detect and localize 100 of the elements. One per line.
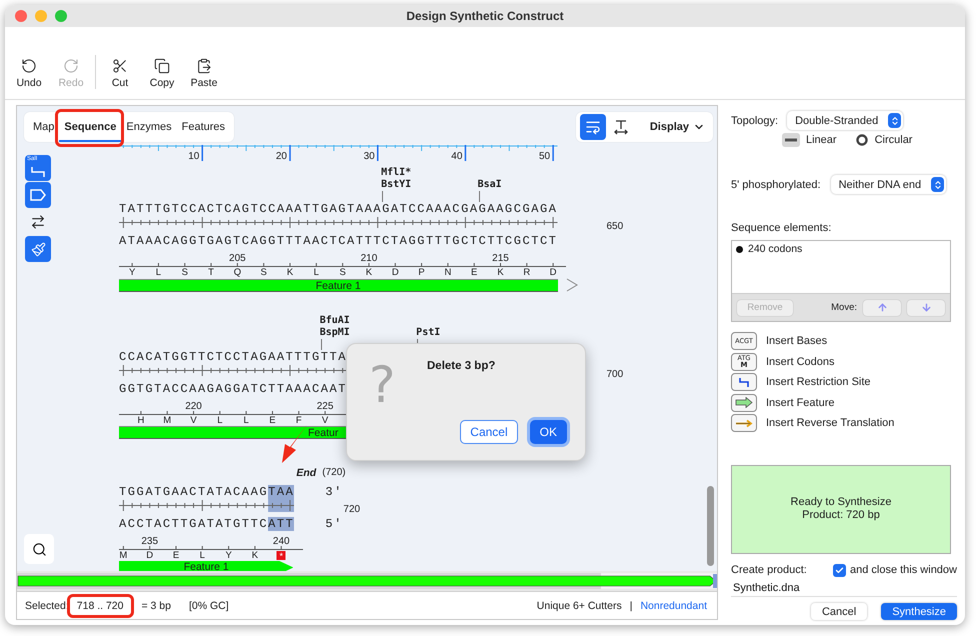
move-down-button[interactable] xyxy=(907,300,945,316)
view-tab[interactable]: Enzymes xyxy=(121,112,177,142)
scissors-icon xyxy=(112,58,128,74)
amino-acid: D xyxy=(550,267,557,278)
status-label: Selected: xyxy=(25,600,69,612)
gc-content: [0% GC] xyxy=(189,600,229,612)
status-message: Product: 720 bp xyxy=(802,509,880,522)
residue-number: 215 xyxy=(492,254,509,264)
enzyme-label[interactable]: BstYI xyxy=(381,179,412,191)
list-item[interactable]: 240 codons xyxy=(736,243,946,255)
toolbar-button[interactable]: Paste xyxy=(184,58,224,89)
move-up-button[interactable] xyxy=(863,300,901,316)
enzyme-label[interactable]: BfuAI xyxy=(320,315,350,327)
stop-codon: * xyxy=(276,551,286,560)
residue-number: 220 xyxy=(185,402,202,412)
position-number: 650 xyxy=(606,220,624,233)
amino-acid: T xyxy=(208,267,214,278)
search-button[interactable] xyxy=(24,534,54,564)
tag-icon xyxy=(30,189,46,201)
toolbar-button[interactable]: Undo xyxy=(9,58,49,89)
dna-strand: TGGATGAACTATACAAG TAA xyxy=(119,485,296,499)
redo-icon xyxy=(63,58,79,74)
bullet-icon xyxy=(736,246,743,252)
residue-number: 225 xyxy=(316,402,334,412)
view-tab[interactable]: Features xyxy=(176,112,230,142)
wrap-icon xyxy=(584,119,601,135)
topology-select[interactable]: Double-Stranded xyxy=(787,111,904,130)
cut-site-icon xyxy=(731,373,757,392)
feature-bar[interactable]: Feature 1 xyxy=(119,278,558,292)
elements-label: Sequence elements: xyxy=(731,222,832,234)
enzyme-label[interactable]: BsaI xyxy=(478,179,502,191)
selection-range: 718 .. 720 xyxy=(66,594,134,618)
residue-number: 240 xyxy=(272,537,290,547)
separator-text: | xyxy=(630,600,632,612)
status-message: Ready to Synthesize xyxy=(790,496,892,510)
amino-acid: V xyxy=(322,415,328,426)
residue-number: 235 xyxy=(141,537,158,547)
view-tab[interactable]: Map xyxy=(28,112,60,142)
paste-icon xyxy=(196,58,212,74)
amino-acid: M xyxy=(119,550,128,561)
nonredundant-link[interactable]: Nonredundant xyxy=(640,600,707,612)
dialog-button[interactable]: Synthesize xyxy=(881,603,957,620)
circle-icon xyxy=(854,133,869,147)
amino-acid: D xyxy=(146,550,154,561)
amino-acid: H xyxy=(137,415,144,426)
checkbox-label: and close this window xyxy=(850,564,957,576)
leader-line xyxy=(478,191,480,202)
amino-acid: K xyxy=(497,267,504,278)
window-title: Design Synthetic Construct xyxy=(406,9,564,23)
position-number: 720 xyxy=(342,503,360,516)
highlight-outline xyxy=(55,109,124,147)
enzyme-label[interactable]: BspMI xyxy=(320,327,350,339)
end-marker: End xyxy=(296,466,316,478)
dialog-button[interactable]: OK xyxy=(530,420,567,444)
amino-acid: L xyxy=(314,267,319,278)
checkmark-icon xyxy=(834,566,844,575)
dna-strand: TATTTGTCCACTCAGTCCAAATTGAGTAAAGATCCAAACGAGAAGCGAGA xyxy=(119,202,559,216)
residue-number: 205 xyxy=(229,254,246,264)
amino-acid: S xyxy=(182,267,188,278)
close-button[interactable] xyxy=(15,10,27,22)
strand-end-label: 5' xyxy=(325,517,344,531)
dialog-button[interactable]: Cancel xyxy=(460,420,518,444)
enzyme-label[interactable]: MflI* xyxy=(381,167,412,179)
toolbar-button[interactable]: Copy xyxy=(142,58,182,89)
residue-number: 210 xyxy=(360,254,378,264)
selection-length: = 3 bp xyxy=(142,600,171,612)
amino-acid: L xyxy=(200,550,205,561)
position-number: 700 xyxy=(606,368,624,381)
topology-option[interactable]: Linear xyxy=(782,133,837,147)
amino-acid: V xyxy=(190,415,197,426)
scrollbar-thumb[interactable] xyxy=(707,486,714,566)
amino-acid: K xyxy=(252,550,258,561)
swap-icon xyxy=(30,214,46,230)
enzyme-label[interactable]: PstI xyxy=(416,327,440,339)
undo-icon xyxy=(21,58,37,74)
phosphorylated-select[interactable]: Neither DNA end xyxy=(830,175,946,194)
arrow-down-icon xyxy=(920,302,932,313)
amino-acid: E xyxy=(269,415,276,426)
topology-label: Topology: xyxy=(731,114,778,126)
amino-acid: Y xyxy=(128,267,136,278)
view-tab[interactable]: Sequence xyxy=(59,112,122,142)
amino-acid: Y xyxy=(225,550,232,561)
insert-action[interactable]: Insert Reverse Translation xyxy=(731,414,957,432)
linear-icon xyxy=(782,133,800,147)
topology-option[interactable]: Circular xyxy=(854,133,912,147)
amino-acid: E xyxy=(471,267,478,278)
dialog-button[interactable]: Cancel xyxy=(810,603,868,620)
stepper-icon xyxy=(932,180,943,190)
cutters-label: Unique 6+ Cutters xyxy=(536,600,622,612)
toolbar-button[interactable]: Cut xyxy=(100,58,140,89)
amino-acid: S xyxy=(339,267,346,278)
arrow-up-icon xyxy=(876,302,888,313)
search-icon xyxy=(32,542,46,556)
insert-action[interactable]: Insert Restriction Site xyxy=(731,373,957,392)
wrap-toggle[interactable] xyxy=(580,114,606,140)
close-checkbox[interactable] xyxy=(832,564,846,577)
amino-acid: R xyxy=(523,267,530,278)
insert-action[interactable]: Insert Feature xyxy=(731,394,957,412)
amino-acid: L xyxy=(156,267,162,278)
leader-line xyxy=(320,339,322,350)
